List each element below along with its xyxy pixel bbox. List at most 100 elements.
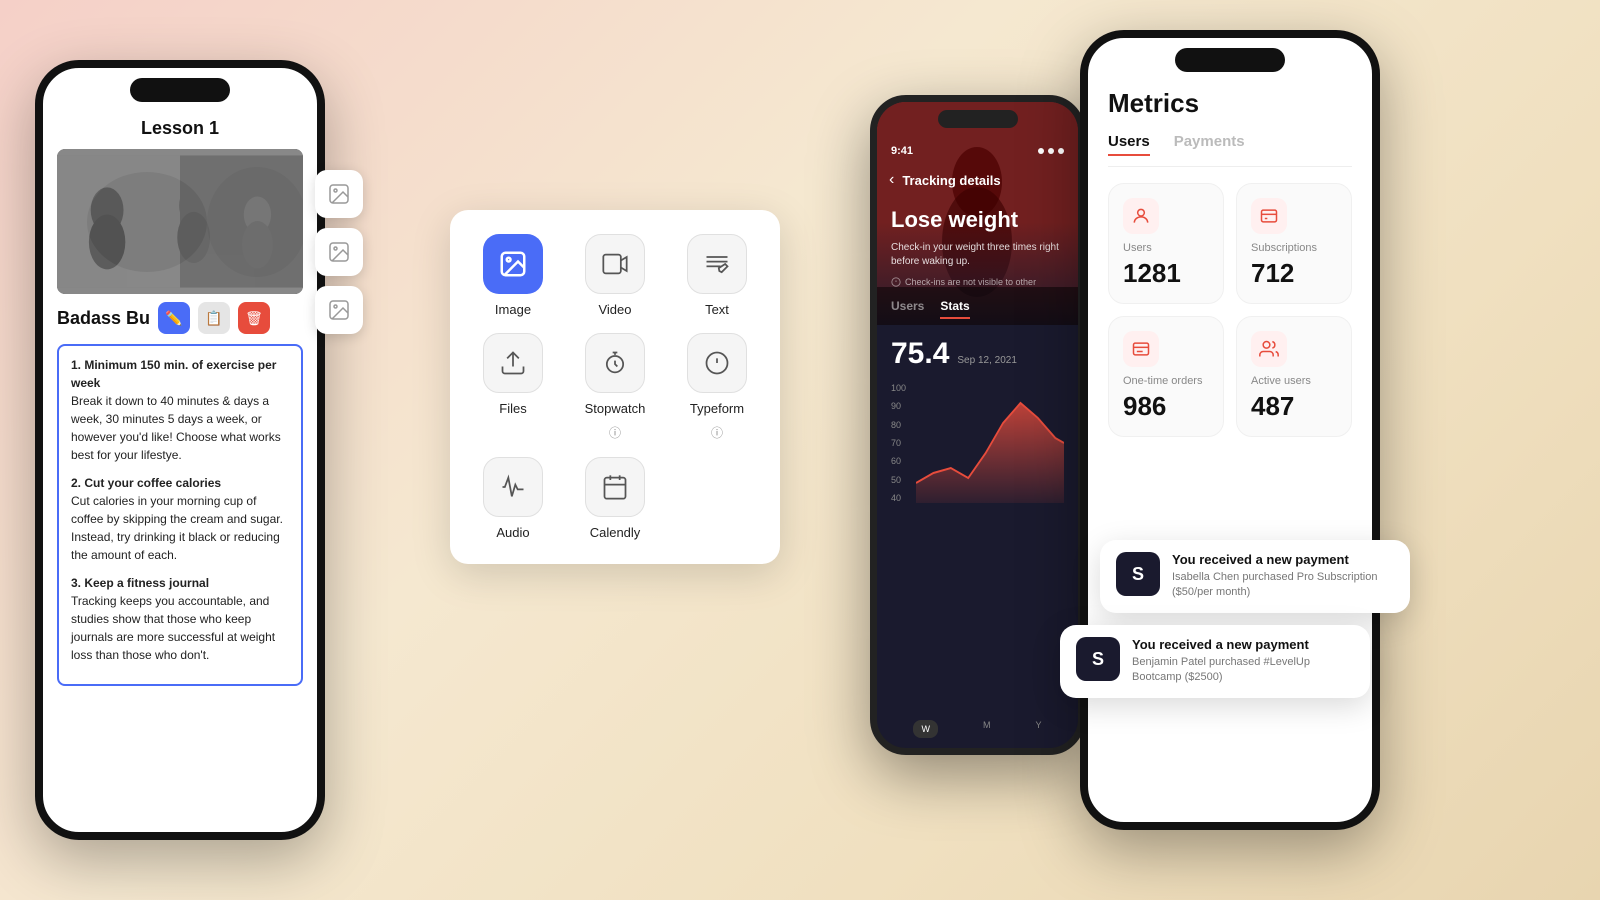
subscription-icon <box>1251 198 1287 234</box>
video-icon-box <box>585 234 645 294</box>
bottom-tab-y[interactable]: Y <box>1035 720 1041 738</box>
phone3-notch <box>1175 48 1285 72</box>
stats-chart: 100 90 80 70 60 50 40 <box>891 383 1064 523</box>
phone-3: Metrics Users Payments Users 1281 <box>1080 30 1380 830</box>
list-item: 2. Cut your coffee calories Cut calories… <box>71 474 289 564</box>
user-icon <box>1123 198 1159 234</box>
menu-item-image[interactable]: Image <box>470 234 556 317</box>
payment-notification-1: S You received a new payment Isabella Ch… <box>1100 540 1410 613</box>
menu-item-label-audio: Audio <box>496 525 529 540</box>
calendly-icon-box <box>585 457 645 517</box>
chart-label: 50 <box>891 475 906 485</box>
metric-value-active: 487 <box>1251 391 1337 422</box>
copy-button[interactable]: 📋 <box>198 302 230 334</box>
menu-item-calendly[interactable]: Calendly <box>572 457 658 540</box>
menu-item-files[interactable]: Files <box>470 333 556 441</box>
menu-item-label-image: Image <box>495 302 531 317</box>
float-image-icon-1[interactable] <box>315 170 363 218</box>
lesson-list: 1. Minimum 150 min. of exercise per week… <box>57 344 303 686</box>
phone2-nav: ‹ Tracking details <box>877 165 1078 195</box>
hero-title: Lose weight <box>891 207 1064 233</box>
content-menu: Image Video Text <box>450 210 780 564</box>
back-button[interactable]: ‹ <box>889 171 894 189</box>
orders-icon <box>1123 331 1159 367</box>
metric-card-orders: One-time orders 986 <box>1108 316 1224 437</box>
menu-item-label-typeform: Typeform <box>690 401 744 416</box>
metric-value-users: 1281 <box>1123 258 1209 289</box>
stats-area: 75.4 Sep 12, 2021 100 90 80 70 60 50 40 <box>877 325 1078 535</box>
metrics-tabs: Users Payments <box>1108 133 1352 167</box>
metric-card-subscriptions: Subscriptions 712 <box>1236 183 1352 304</box>
metric-value-orders: 986 <box>1123 391 1209 422</box>
page-title: Metrics <box>1108 88 1352 119</box>
bottom-tab-m[interactable]: M <box>983 720 991 738</box>
hero-text: Lose weight Check-in your weight three t… <box>877 195 1078 287</box>
list-item-heading: 2. Cut your coffee calories <box>71 476 221 490</box>
payment-notif-content-1: You received a new payment Isabella Chen… <box>1172 552 1394 601</box>
active-icon <box>1251 331 1287 367</box>
tab-users[interactable]: Users <box>1108 133 1150 156</box>
hero-desc: Check-in your weight three times right b… <box>891 241 1064 269</box>
title-row: Badass Bu ✏️ 📋 🗑 <box>57 302 303 334</box>
chart-label: 90 <box>891 401 906 411</box>
menu-item-label-calendly: Calendly <box>590 525 641 540</box>
menu-item-text[interactable]: Text <box>674 234 760 317</box>
metric-value-subscriptions: 712 <box>1251 258 1337 289</box>
float-image-icon-3[interactable] <box>315 286 363 334</box>
metric-card-active: Active users 487 <box>1236 316 1352 437</box>
metric-label-orders: One-time orders <box>1123 375 1209 387</box>
payment-notification-2: S You received a new payment Benjamin Pa… <box>1060 625 1370 698</box>
image-icon-box <box>483 234 543 294</box>
payment-icon-2: S <box>1076 637 1120 681</box>
list-item-body: Cut calories in your morning cup of coff… <box>71 492 289 564</box>
menu-item-stopwatch[interactable]: Stopwatch ⓘ <box>572 333 658 441</box>
audio-icon-box <box>483 457 543 517</box>
checkin-text: Check-ins are not visible to other <box>905 277 1036 287</box>
metric-card-users: Users 1281 <box>1108 183 1224 304</box>
lesson-image <box>57 149 303 294</box>
menu-item-label-video: Video <box>598 302 631 317</box>
phone-2: 9:41 ‹ Tracking details Lose weight Chec… <box>870 95 1085 755</box>
tab-users[interactable]: Users <box>891 299 924 319</box>
metric-label-subscriptions: Subscriptions <box>1251 242 1337 254</box>
bottom-bar: W M Y <box>877 720 1078 738</box>
stopwatch-info-icon: ⓘ <box>609 424 621 441</box>
payment-desc-1: Isabella Chen purchased Pro Subscription… <box>1172 570 1394 601</box>
chart-label: 60 <box>891 456 906 466</box>
menu-item-label-text: Text <box>705 302 729 317</box>
metric-label-users: Users <box>1123 242 1209 254</box>
list-item-heading: 3. Keep a fitness journal <box>71 576 209 590</box>
bottom-tab-w[interactable]: W <box>913 720 938 738</box>
item-title: Badass Bu <box>57 308 150 329</box>
phone2-notch <box>938 110 1018 128</box>
big-number: 75.4 <box>891 337 949 371</box>
chart-label: 100 <box>891 383 906 393</box>
tab-stats[interactable]: Stats <box>940 299 969 319</box>
chart-label: 70 <box>891 438 906 448</box>
tab-payments[interactable]: Payments <box>1174 133 1245 156</box>
phone2-time: 9:41 <box>891 145 913 157</box>
chart-label: 80 <box>891 420 906 430</box>
files-icon-box <box>483 333 543 393</box>
chart-label: 40 <box>891 493 906 503</box>
delete-button[interactable]: 🗑 <box>238 302 270 334</box>
menu-item-typeform[interactable]: Typeform ⓘ <box>674 333 760 441</box>
content-menu-grid: Image Video Text <box>470 234 760 540</box>
edit-button[interactable]: ✏️ <box>158 302 190 334</box>
stopwatch-icon-box <box>585 333 645 393</box>
list-item-body: Tracking keeps you accountable, and stud… <box>71 592 289 664</box>
menu-item-audio[interactable]: Audio <box>470 457 556 540</box>
list-item: 1. Minimum 150 min. of exercise per week… <box>71 356 289 464</box>
float-image-icon-2[interactable] <box>315 228 363 276</box>
list-item-heading: 1. Minimum 150 min. of exercise per week <box>71 358 276 390</box>
phone-1: Lesson 1 Badass Bu ✏️ 📋 🗑 <box>35 60 325 840</box>
phone2-tabs: Users Stats <box>877 287 1078 325</box>
payment-title-2: You received a new payment <box>1132 637 1354 652</box>
nav-title: Tracking details <box>902 173 1000 188</box>
lesson-title: Lesson 1 <box>57 118 303 139</box>
payment-title-1: You received a new payment <box>1172 552 1394 567</box>
stats-date: Sep 12, 2021 <box>957 355 1017 366</box>
phone2-header: 9:41 <box>877 137 1078 165</box>
menu-item-video[interactable]: Video <box>572 234 658 317</box>
checkin-note: Check-ins are not visible to other <box>891 277 1064 287</box>
